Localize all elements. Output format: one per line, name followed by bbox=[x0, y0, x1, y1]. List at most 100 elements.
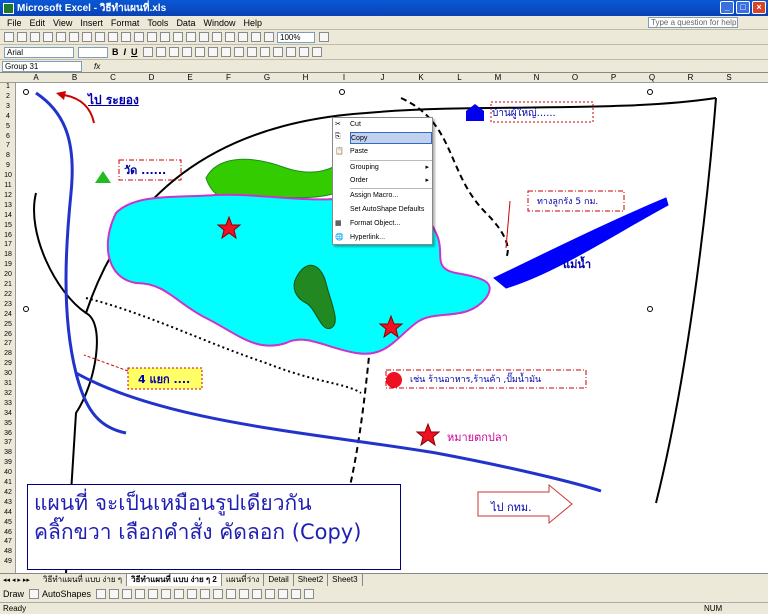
zoom-select[interactable]: 100% bbox=[277, 31, 315, 43]
menu-file[interactable]: File bbox=[3, 18, 26, 28]
row-header[interactable]: 48 bbox=[0, 548, 16, 555]
row-header[interactable]: 6 bbox=[0, 133, 16, 140]
open-icon[interactable] bbox=[17, 32, 27, 42]
column-header[interactable]: N bbox=[518, 73, 556, 82]
ctx-paste[interactable]: Paste bbox=[350, 146, 432, 158]
column-header[interactable]: A bbox=[17, 73, 55, 82]
column-header[interactable]: S bbox=[710, 73, 748, 82]
row-header[interactable]: 36 bbox=[0, 430, 16, 437]
line-style-icon[interactable] bbox=[252, 589, 263, 599]
currency-icon[interactable] bbox=[194, 47, 205, 57]
row-header[interactable]: 38 bbox=[0, 449, 16, 456]
email-icon[interactable] bbox=[56, 32, 66, 42]
column-header[interactable]: R bbox=[672, 73, 710, 82]
row-header[interactable]: 16 bbox=[0, 232, 16, 239]
arrow-icon[interactable] bbox=[109, 589, 120, 599]
row-header[interactable]: 11 bbox=[0, 182, 16, 189]
menu-edit[interactable]: Edit bbox=[26, 18, 50, 28]
increase-decimal-icon[interactable] bbox=[233, 47, 244, 57]
row-header[interactable]: 30 bbox=[0, 370, 16, 377]
menu-format[interactable]: Format bbox=[107, 18, 144, 28]
borders-icon[interactable] bbox=[285, 47, 296, 57]
line-color-icon[interactable] bbox=[226, 589, 237, 599]
row-header[interactable]: 34 bbox=[0, 410, 16, 417]
font-name-select[interactable]: Arial bbox=[4, 46, 74, 58]
row-header[interactable]: 1 bbox=[0, 83, 16, 90]
menu-help[interactable]: Help bbox=[239, 18, 266, 28]
ctx-set-autoshape-defaults[interactable]: Set AutoShape Defaults bbox=[350, 204, 432, 216]
fx-icon[interactable]: fx bbox=[94, 62, 100, 71]
ctx-grouping[interactable]: Grouping bbox=[350, 162, 432, 174]
row-header[interactable]: 39 bbox=[0, 459, 16, 466]
drawing-icon[interactable] bbox=[264, 32, 274, 42]
chart-wizard-icon[interactable] bbox=[251, 32, 261, 42]
ctx-hyperlink[interactable]: Hyperlink... bbox=[350, 232, 432, 244]
select-objects-icon[interactable] bbox=[29, 589, 40, 599]
arrow-style-icon[interactable] bbox=[278, 589, 289, 599]
row-header[interactable]: 27 bbox=[0, 340, 16, 347]
column-header[interactable]: F bbox=[210, 73, 248, 82]
tab-sheet2[interactable]: Sheet2 bbox=[294, 574, 329, 586]
row-header[interactable]: 23 bbox=[0, 301, 16, 308]
row-header[interactable]: 7 bbox=[0, 142, 16, 149]
row-header[interactable]: 44 bbox=[0, 509, 16, 516]
merge-center-icon[interactable] bbox=[181, 47, 192, 57]
percent-icon[interactable] bbox=[207, 47, 218, 57]
align-right-icon[interactable] bbox=[168, 47, 179, 57]
tab-sheet-3[interactable]: แผนที่ว่าง bbox=[222, 574, 265, 586]
underline-button[interactable]: U bbox=[131, 47, 138, 57]
row-header[interactable]: 9 bbox=[0, 162, 16, 169]
ctx-assign-macro[interactable]: Assign Macro... bbox=[350, 190, 432, 202]
column-header[interactable]: D bbox=[133, 73, 171, 82]
print-icon[interactable] bbox=[69, 32, 79, 42]
row-header[interactable]: 15 bbox=[0, 222, 16, 229]
sort-descending-icon[interactable] bbox=[238, 32, 248, 42]
column-header[interactable]: K bbox=[402, 73, 440, 82]
row-header[interactable]: 41 bbox=[0, 479, 16, 486]
undo-icon[interactable] bbox=[173, 32, 183, 42]
comma-style-icon[interactable] bbox=[220, 47, 231, 57]
row-header[interactable]: 5 bbox=[0, 123, 16, 130]
row-header[interactable]: 43 bbox=[0, 499, 16, 506]
fill-color-icon[interactable] bbox=[213, 589, 224, 599]
column-header[interactable]: C bbox=[94, 73, 132, 82]
3d-icon[interactable] bbox=[304, 589, 315, 599]
row-header[interactable]: 32 bbox=[0, 390, 16, 397]
autosum-icon[interactable] bbox=[212, 32, 222, 42]
row-header[interactable]: 4 bbox=[0, 113, 16, 120]
row-header[interactable]: 33 bbox=[0, 400, 16, 407]
paste-icon[interactable] bbox=[147, 32, 157, 42]
row-header[interactable]: 47 bbox=[0, 538, 16, 545]
row-header[interactable]: 26 bbox=[0, 331, 16, 338]
ctx-copy[interactable]: Copy bbox=[350, 132, 432, 144]
row-header[interactable]: 19 bbox=[0, 261, 16, 268]
new-icon[interactable] bbox=[4, 32, 14, 42]
row-header[interactable]: 29 bbox=[0, 360, 16, 367]
row-header[interactable]: 22 bbox=[0, 291, 16, 298]
row-header[interactable]: 42 bbox=[0, 489, 16, 496]
row-header[interactable]: 31 bbox=[0, 380, 16, 387]
print-preview-icon[interactable] bbox=[82, 32, 92, 42]
save-icon[interactable] bbox=[30, 32, 40, 42]
name-box[interactable]: Group 31 bbox=[2, 60, 82, 72]
bold-button[interactable]: B bbox=[112, 47, 119, 57]
fill-color-icon[interactable] bbox=[298, 47, 309, 57]
wordart-icon[interactable] bbox=[161, 589, 172, 599]
row-header[interactable]: 12 bbox=[0, 192, 16, 199]
maximize-button[interactable]: □ bbox=[736, 1, 750, 14]
rectangle-icon[interactable] bbox=[122, 589, 133, 599]
tab-sheet-2[interactable]: วิธีทำแผนที่ แบบ ง่าย ๆ 2 bbox=[127, 574, 222, 586]
column-header[interactable]: L bbox=[441, 73, 479, 82]
tab-sheet3[interactable]: Sheet3 bbox=[328, 574, 363, 586]
row-header[interactable]: 2 bbox=[0, 93, 16, 100]
sort-ascending-icon[interactable] bbox=[225, 32, 235, 42]
row-header[interactable]: 35 bbox=[0, 420, 16, 427]
row-header[interactable]: 21 bbox=[0, 281, 16, 288]
row-header[interactable]: 25 bbox=[0, 321, 16, 328]
column-header[interactable]: G bbox=[248, 73, 286, 82]
close-button[interactable]: × bbox=[752, 1, 766, 14]
column-header[interactable]: Q bbox=[633, 73, 671, 82]
spelling-icon[interactable] bbox=[95, 32, 105, 42]
tab-sheet-1[interactable]: วิธีทำแผนที่ แบบ ง่าย ๆ bbox=[39, 574, 128, 586]
clipart-icon[interactable] bbox=[187, 589, 198, 599]
